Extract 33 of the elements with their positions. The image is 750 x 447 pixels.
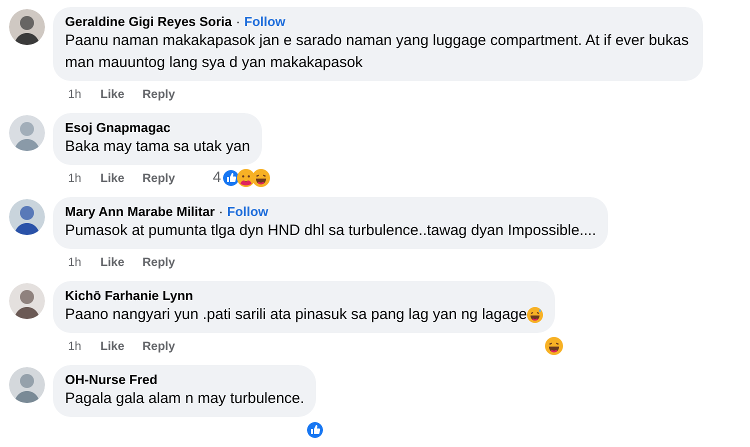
like-button[interactable]: Like — [100, 85, 124, 103]
reply-button[interactable]: Reply — [142, 337, 176, 355]
haha-reaction-icon — [545, 337, 563, 355]
comment-text: Pagala gala alam n may turbulence. — [65, 389, 304, 409]
haha-reaction-icon — [252, 169, 270, 187]
timestamp[interactable]: 1h — [68, 337, 82, 355]
avatar[interactable] — [9, 9, 45, 45]
comment-text: Baka may tama sa utak yan — [65, 137, 250, 157]
separator-dot: · — [234, 13, 242, 30]
author-name[interactable]: Kichō Farhanie Lynn — [65, 287, 194, 304]
reply-button[interactable]: Reply — [142, 85, 176, 103]
follow-link[interactable]: Follow — [244, 13, 286, 30]
reply-button[interactable]: Reply — [142, 169, 176, 187]
timestamp[interactable]: 1h — [68, 253, 82, 271]
reply-button[interactable]: Reply — [142, 253, 176, 271]
like-button[interactable]: Like — [100, 337, 124, 355]
author-name[interactable]: OH-Nurse Fred — [65, 371, 158, 388]
separator-dot: · — [218, 203, 224, 220]
like-button[interactable]: Like — [100, 169, 124, 187]
follow-link[interactable]: Follow — [227, 203, 268, 220]
timestamp[interactable]: 1h — [68, 85, 82, 103]
like-reaction-icon — [306, 421, 324, 439]
reaction-count[interactable]: 4 — [212, 166, 222, 190]
author-name[interactable]: Geraldine Gigi Reyes Soria — [65, 13, 232, 30]
comment-text: Pumasok at pumunta tlga dyn HND dhl sa turbulence..tawag dyan Impossible.... — [65, 221, 596, 241]
comment-text: Paano nangyari yun .pati sarili ata pinasuk sa pang lag yan ng lagage — [65, 305, 527, 325]
avatar[interactable] — [9, 199, 45, 235]
comment-text: Paanu naman makakapasok jan e sarado naman yang luggage compartment. At if ever bukas man mauuntog lang sya d yan makakapasok — [65, 31, 690, 73]
like-button[interactable]: Like — [100, 253, 124, 271]
author-name[interactable]: Mary Ann Marabe Militar — [65, 203, 215, 220]
author-name[interactable]: Esoj Gnapmagac — [65, 119, 170, 136]
timestamp[interactable]: 1h — [68, 169, 82, 187]
avatar[interactable] — [9, 283, 45, 319]
